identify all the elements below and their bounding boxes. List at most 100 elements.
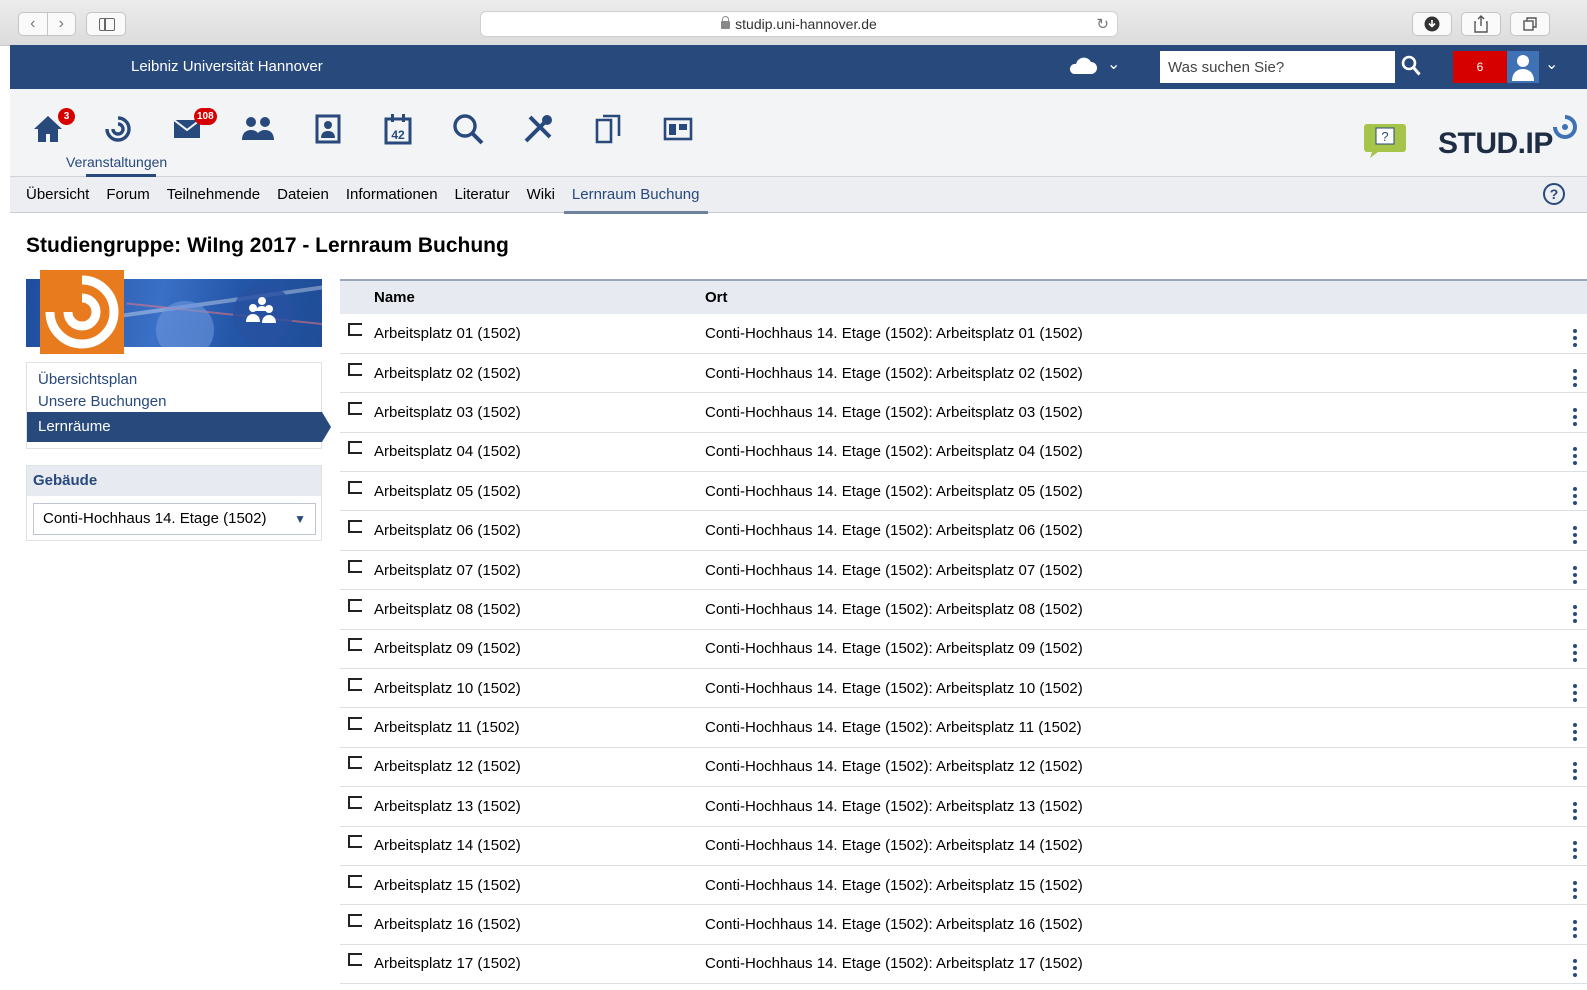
- sidebar-toggle-icon[interactable]: [86, 12, 126, 36]
- nav-community[interactable]: [240, 111, 276, 147]
- more-actions-icon[interactable]: [1563, 669, 1587, 708]
- room-name[interactable]: Arbeitsplatz 13 (1502): [374, 787, 705, 826]
- checkbox-icon[interactable]: [348, 559, 362, 573]
- checkbox-icon[interactable]: [348, 598, 362, 612]
- checkbox-icon[interactable]: [348, 717, 362, 731]
- more-actions-icon[interactable]: [1563, 865, 1587, 904]
- reload-icon[interactable]: ↻: [1096, 15, 1109, 33]
- tab-literatur[interactable]: Literatur: [455, 177, 510, 213]
- checkbox-icon[interactable]: [348, 756, 362, 770]
- room-name[interactable]: Arbeitsplatz 07 (1502): [374, 550, 705, 589]
- more-actions-icon[interactable]: [1563, 314, 1587, 353]
- checkbox-icon[interactable]: [348, 480, 362, 494]
- sidebar-item-uebersichtsplan[interactable]: Übersichtsplan: [38, 371, 137, 388]
- room-name[interactable]: Arbeitsplatz 08 (1502): [374, 590, 705, 629]
- tab-uebersicht[interactable]: Übersicht: [26, 177, 89, 213]
- back-icon[interactable]: ‹: [19, 13, 48, 35]
- nav-rooms[interactable]: [660, 111, 696, 147]
- header-name[interactable]: Name: [374, 280, 705, 314]
- more-actions-icon[interactable]: [1563, 787, 1587, 826]
- room-name[interactable]: Arbeitsplatz 11 (1502): [374, 708, 705, 747]
- tab-teilnehmende[interactable]: Teilnehmende: [167, 177, 260, 213]
- more-actions-icon[interactable]: [1563, 432, 1587, 471]
- more-actions-icon[interactable]: [1563, 590, 1587, 629]
- room-name[interactable]: Arbeitsplatz 16 (1502): [374, 905, 705, 944]
- help-bubble-icon[interactable]: ?: [1362, 122, 1408, 160]
- room-location: Conti-Hochhaus 14. Etage (1502): Arbeits…: [705, 364, 1083, 382]
- download-icon[interactable]: [1412, 12, 1452, 36]
- nav-search[interactable]: [450, 111, 486, 147]
- nav-tools[interactable]: [520, 111, 556, 147]
- checkbox-icon[interactable]: [348, 953, 362, 967]
- studip-logo[interactable]: STUD.IP: [1438, 127, 1553, 161]
- more-actions-icon[interactable]: [1563, 905, 1587, 944]
- room-name[interactable]: Arbeitsplatz 10 (1502): [374, 669, 705, 708]
- more-actions-icon[interactable]: [1563, 944, 1587, 983]
- nav-home[interactable]: 3: [30, 108, 75, 147]
- avatar[interactable]: [1507, 51, 1539, 83]
- tab-lernraum-buchung[interactable]: Lernraum Buchung: [563, 177, 708, 214]
- checkbox-icon[interactable]: [348, 441, 362, 455]
- checkbox-icon[interactable]: [348, 520, 362, 534]
- nav-files[interactable]: [590, 111, 626, 147]
- address-bar[interactable]: studip.uni-hannover.de ↻: [480, 11, 1118, 37]
- nav-messages[interactable]: 108: [170, 108, 217, 147]
- more-actions-icon[interactable]: [1563, 826, 1587, 865]
- room-name[interactable]: Arbeitsplatz 15 (1502): [374, 865, 705, 904]
- search-input[interactable]: [1160, 51, 1395, 83]
- room-name[interactable]: Arbeitsplatz 02 (1502): [374, 353, 705, 392]
- sidebar-item-lernraeume[interactable]: Lernräume: [27, 412, 331, 442]
- tabs-overview-icon[interactable]: [1510, 12, 1550, 36]
- nav-courses[interactable]: [100, 111, 136, 147]
- room-name[interactable]: Arbeitsplatz 17 (1502): [374, 944, 705, 983]
- room-name[interactable]: Arbeitsplatz 09 (1502): [374, 629, 705, 668]
- room-name[interactable]: Arbeitsplatz 06 (1502): [374, 511, 705, 550]
- more-actions-icon[interactable]: [1563, 511, 1587, 550]
- room-name[interactable]: Arbeitsplatz 01 (1502): [374, 314, 705, 353]
- checkbox-icon[interactable]: [348, 795, 362, 809]
- checkbox-icon[interactable]: [348, 362, 362, 376]
- tab-forum[interactable]: Forum: [106, 177, 149, 213]
- help-icon[interactable]: ?: [1543, 183, 1565, 205]
- checkbox-icon[interactable]: [348, 914, 362, 928]
- tab-wiki[interactable]: Wiki: [527, 177, 555, 213]
- notification-count[interactable]: 6: [1453, 51, 1507, 83]
- checkbox-icon[interactable]: [348, 401, 362, 415]
- checkbox-icon[interactable]: [348, 638, 362, 652]
- more-actions-icon[interactable]: [1563, 393, 1587, 432]
- more-actions-icon[interactable]: [1563, 708, 1587, 747]
- checkbox-icon[interactable]: [348, 874, 362, 888]
- checkbox-icon[interactable]: [348, 677, 362, 691]
- room-name[interactable]: Arbeitsplatz 03 (1502): [374, 393, 705, 432]
- nav-calendar[interactable]: 42: [380, 111, 416, 147]
- room-name[interactable]: Arbeitsplatz 14 (1502): [374, 826, 705, 865]
- room-name[interactable]: Arbeitsplatz 12 (1502): [374, 747, 705, 786]
- room-name[interactable]: Arbeitsplatz 05 (1502): [374, 472, 705, 511]
- more-actions-icon[interactable]: [1563, 472, 1587, 511]
- chevron-down-icon[interactable]: ⌄: [1107, 54, 1120, 74]
- header-ort[interactable]: Ort: [705, 280, 1563, 314]
- tab-dateien[interactable]: Dateien: [277, 177, 329, 213]
- nav-profile[interactable]: [310, 111, 346, 147]
- chevron-down-icon[interactable]: ⌄: [1545, 54, 1558, 74]
- tab-informationen[interactable]: Informationen: [346, 177, 438, 213]
- table-row: Arbeitsplatz 16 (1502) Conti-Hochhaus 14.…: [340, 905, 1587, 945]
- room-name[interactable]: Arbeitsplatz 04 (1502): [374, 432, 705, 471]
- more-actions-icon[interactable]: [1563, 629, 1587, 668]
- forward-icon[interactable]: ›: [48, 13, 76, 35]
- checkbox-icon[interactable]: [348, 322, 362, 336]
- more-actions-icon[interactable]: [1563, 747, 1587, 786]
- room-location: Conti-Hochhaus 14. Etage (1502): Arbeits…: [705, 443, 1083, 461]
- checkbox-icon[interactable]: [348, 835, 362, 849]
- table-row: Arbeitsplatz 06 (1502) Conti-Hochhaus 14.…: [340, 511, 1587, 551]
- search-icon[interactable]: [1401, 55, 1421, 77]
- sidebar-item-unsere-buchungen[interactable]: Unsere Buchungen: [38, 393, 166, 410]
- more-actions-icon[interactable]: [1563, 353, 1587, 392]
- active-nav-label[interactable]: Veranstaltungen: [66, 154, 167, 170]
- table-row: Arbeitsplatz 10 (1502) Conti-Hochhaus 14.…: [340, 669, 1587, 708]
- cloud-icon[interactable]: [1067, 57, 1097, 75]
- building-select[interactable]: Conti-Hochhaus 14. Etage (1502) ▼: [33, 503, 316, 535]
- university-name[interactable]: Leibniz Universität Hannover: [131, 58, 323, 75]
- share-icon[interactable]: [1461, 12, 1501, 36]
- more-actions-icon[interactable]: [1563, 550, 1587, 589]
